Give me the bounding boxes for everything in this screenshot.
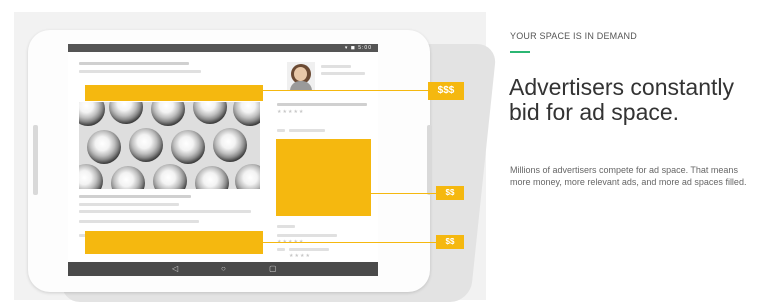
section-headline: Advertisers constantly bid for ad space.	[509, 74, 734, 125]
avatar-body	[290, 81, 312, 90]
author-text-line	[321, 72, 365, 75]
cupcake-graphic	[109, 102, 143, 124]
cupcake-graphic	[111, 166, 145, 189]
avatar-face	[294, 67, 307, 81]
cupcake-graphic	[151, 102, 185, 126]
article-text-line	[79, 220, 199, 223]
author-name-line	[321, 65, 351, 68]
ad-price-tag-medium: $$	[436, 235, 464, 249]
ad-price-tag-high: $$$	[428, 82, 464, 100]
sidebar-text-line	[277, 225, 295, 228]
status-icons: ▾ ◼ 5:00	[344, 45, 372, 51]
ad-slot-banner-top	[85, 85, 263, 101]
sidebar-text-line	[277, 103, 367, 106]
sidebar-text-line	[289, 248, 329, 251]
cupcake-graphic	[195, 166, 229, 189]
article-text-line	[79, 195, 191, 198]
accent-divider	[510, 51, 530, 53]
cupcake-graphic	[171, 130, 205, 164]
status-bar: ▾ ◼ 5:00	[68, 44, 378, 52]
sidebar-text-line	[277, 234, 337, 237]
rating-stars: ★★★★★	[277, 109, 305, 115]
article-title-line	[79, 62, 189, 65]
ad-price-tag-medium: $$	[436, 186, 464, 200]
sidebar-text-line	[277, 248, 285, 251]
tablet-side-button-left	[33, 125, 38, 195]
author-avatar	[287, 62, 315, 90]
ad-connector-line	[263, 90, 428, 91]
article-image-cupcakes	[79, 102, 260, 189]
section-body-text: Millions of advertisers compete for ad s…	[510, 165, 747, 187]
hero-section: ▾ ◼ 5:00 ★★★★★ ★★★★ ◁ ○ ▢ $$$ $$ $$ YOUR…	[0, 0, 757, 304]
tablet-side-button-right	[427, 125, 432, 195]
home-icon[interactable]: ○	[221, 262, 226, 276]
recents-icon[interactable]: ▢	[269, 262, 277, 276]
cupcake-graphic	[79, 102, 105, 126]
sidebar-text-line	[277, 129, 285, 132]
cupcake-graphic	[87, 130, 121, 164]
ad-slot-rectangle	[276, 139, 371, 216]
ad-slot-banner-bottom	[85, 231, 263, 254]
sidebar-text-line	[289, 129, 325, 132]
cupcake-graphic	[193, 102, 227, 124]
article-text-line	[79, 203, 179, 206]
ad-connector-line	[263, 242, 436, 243]
back-icon[interactable]: ◁	[172, 262, 178, 276]
ad-connector-line	[371, 193, 436, 194]
cupcake-graphic	[79, 164, 103, 189]
article-text-line	[79, 210, 251, 213]
cupcake-graphic	[235, 164, 260, 189]
rating-stars: ★★★★	[289, 253, 311, 259]
section-kicker: YOUR SPACE IS IN DEMAND	[510, 31, 637, 41]
cupcake-graphic	[233, 102, 260, 126]
android-nav-bar: ◁ ○ ▢	[68, 262, 378, 276]
cupcake-graphic	[213, 128, 247, 162]
cupcake-graphic	[153, 164, 187, 189]
cupcake-graphic	[129, 128, 163, 162]
article-text-line	[79, 70, 201, 73]
